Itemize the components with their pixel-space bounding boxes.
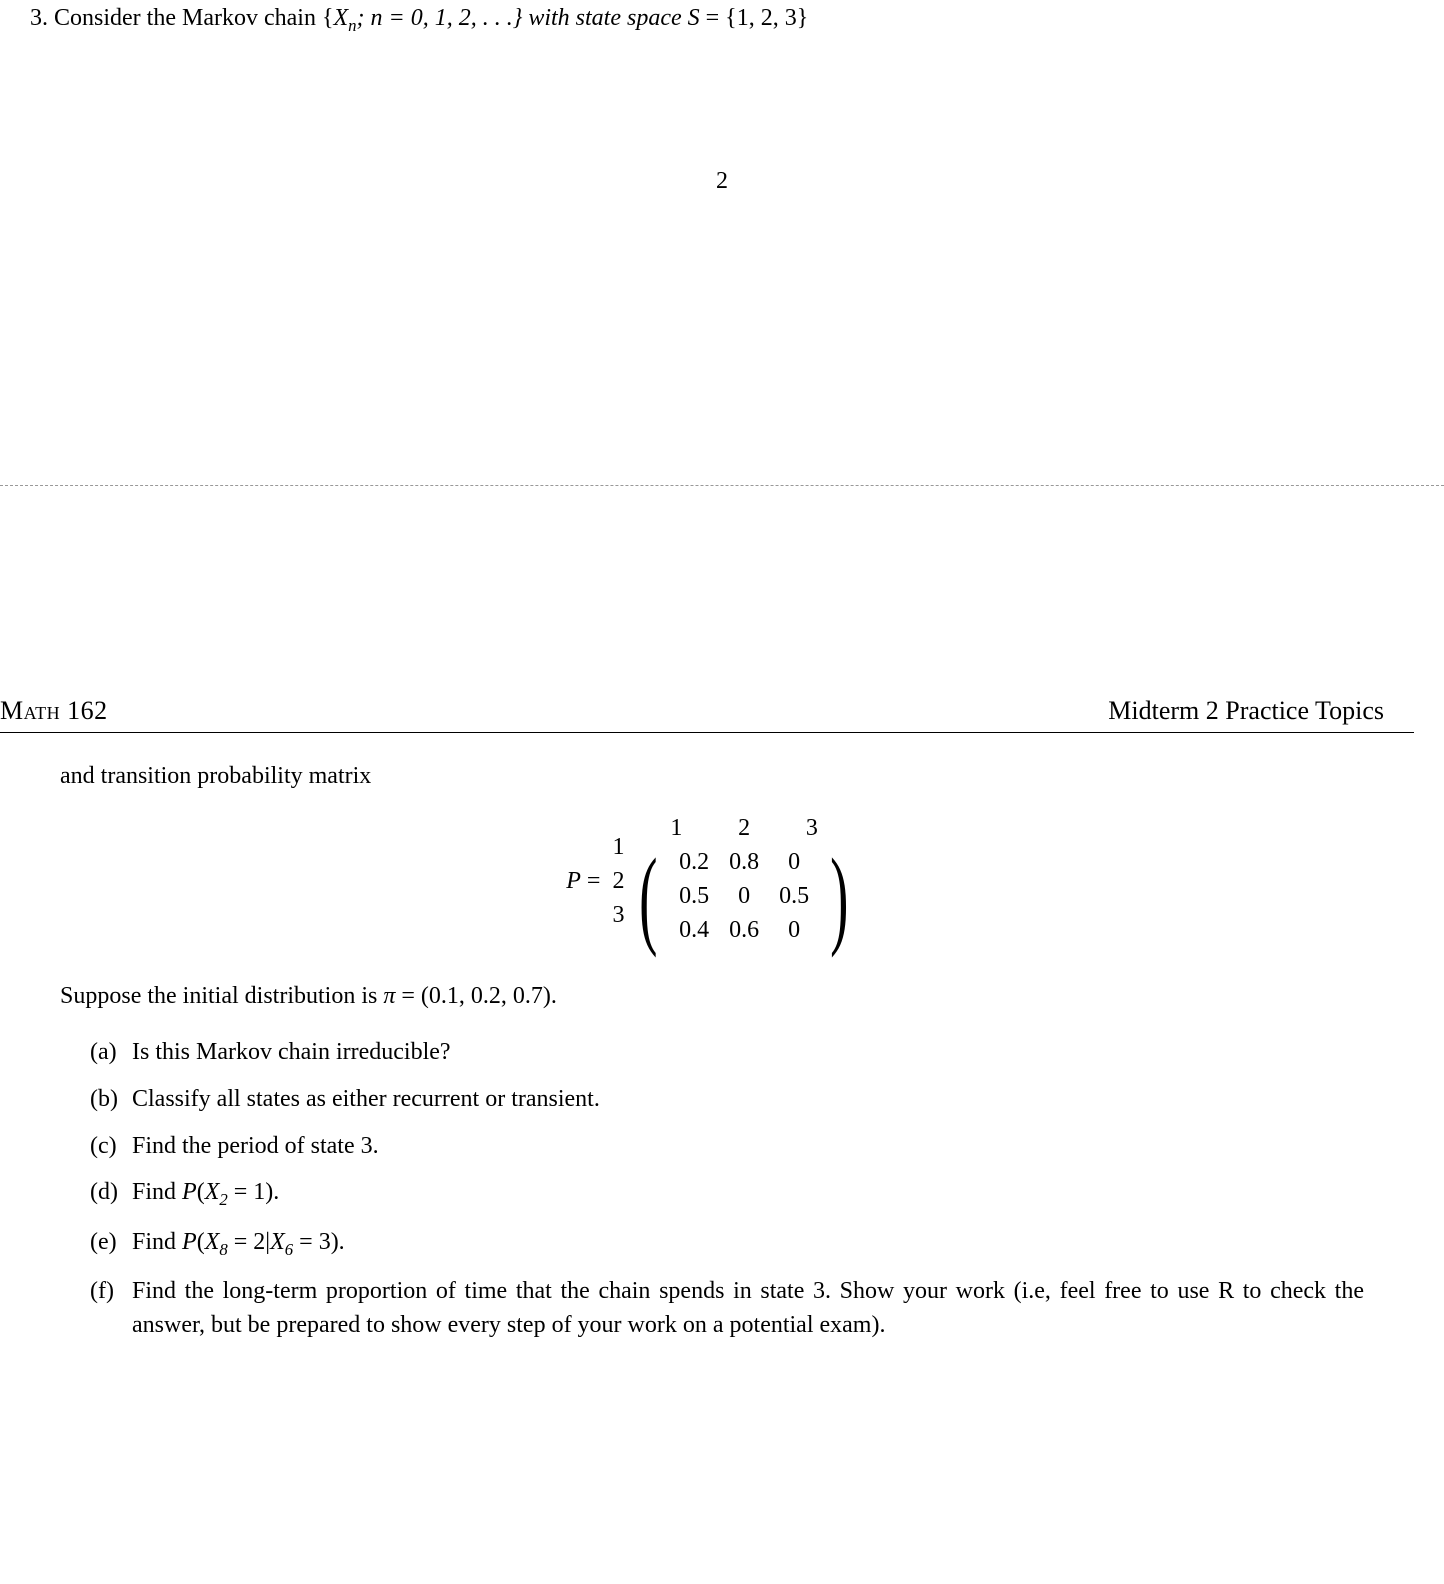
header-course: Math 162	[0, 696, 108, 726]
page-divider	[0, 485, 1444, 486]
problem-number: 3.	[30, 5, 48, 31]
transition-matrix: P = 1 2 3 1 2 3 ( 0.	[60, 815, 1364, 948]
header-title: Midterm 2 Practice Topics	[1108, 696, 1384, 726]
subpart-a: (a) Is this Markov chain irreducible?	[90, 1035, 1364, 1070]
matrix-cells: 0.2 0.8 0 0.5 0 0.5 0.4 0.6 0	[667, 846, 821, 948]
subpart-b: (b) Classify all states as either recurr…	[90, 1082, 1364, 1117]
paren-right: )	[830, 846, 848, 948]
initial-distribution: Suppose the initial distribution is π = …	[60, 983, 1364, 1010]
paren-left: (	[640, 846, 658, 948]
subparts-list: (a) Is this Markov chain irreducible? (b…	[60, 1035, 1364, 1343]
subpart-c: (c) Find the period of state 3.	[90, 1129, 1364, 1164]
page-number: 2	[0, 168, 1444, 195]
matrix-row-labels: 1 2 3	[612, 830, 624, 932]
subpart-f: (f) Find the long-term proportion of tim…	[90, 1274, 1364, 1344]
subpart-e: (e) Find P(X8 = 2|X6 = 3).	[90, 1225, 1364, 1262]
problem-intro: 3. Consider the Markov chain {Xn; n = 0,…	[30, 0, 1414, 38]
matrix-col-labels: 1 2 3	[630, 815, 857, 842]
subpart-d: (d) Find P(X2 = 1).	[90, 1175, 1364, 1212]
continuation-text: and transition probability matrix	[60, 763, 1364, 790]
page-header: Math 162 Midterm 2 Practice Topics	[0, 696, 1414, 733]
